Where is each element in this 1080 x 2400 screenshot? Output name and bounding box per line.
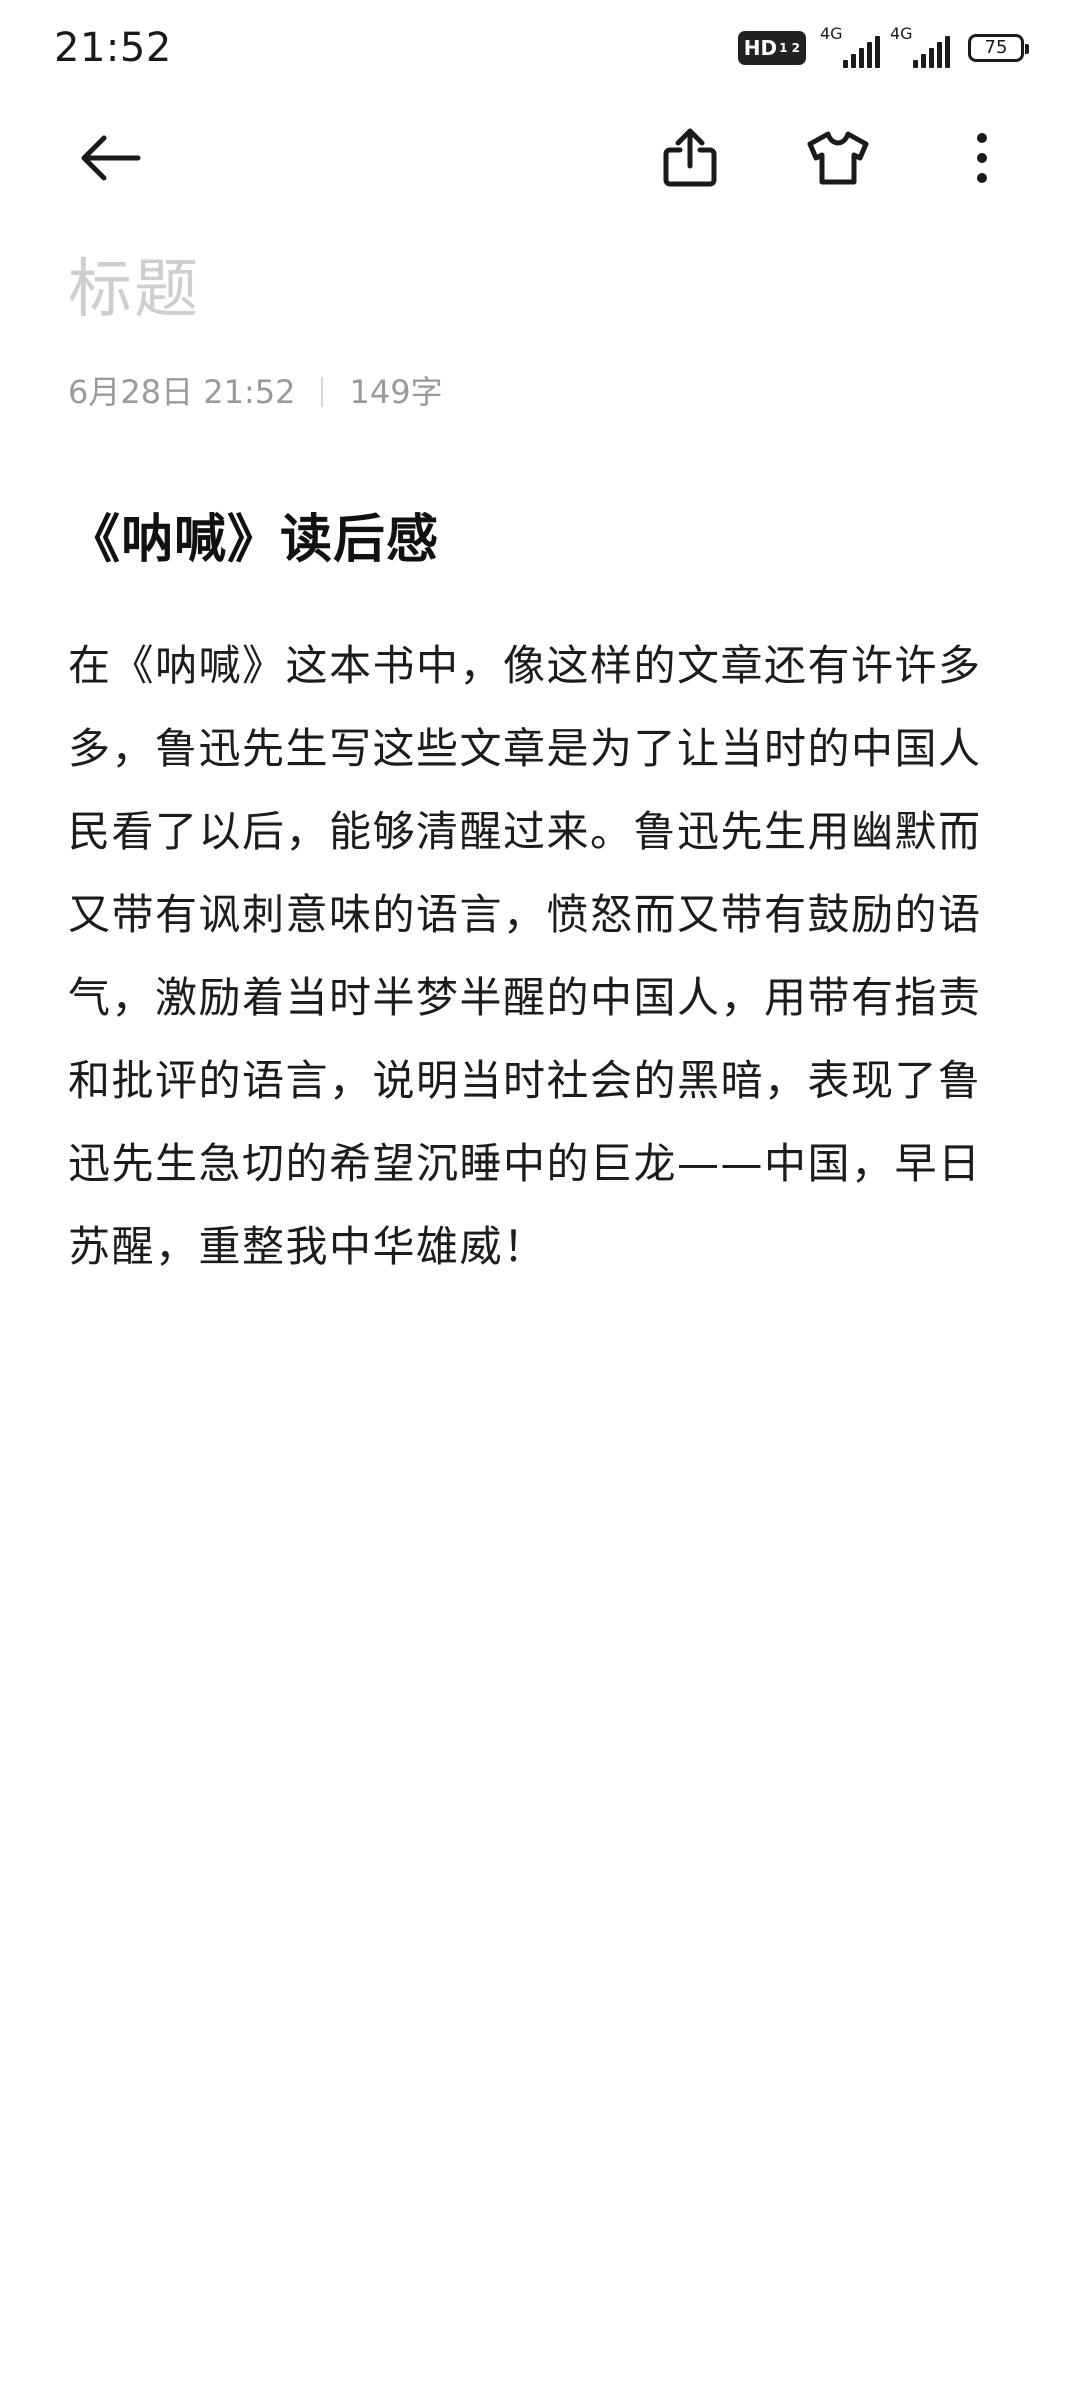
status-time: 21:52: [54, 25, 172, 71]
signal-icon-sim2: 4G: [890, 24, 950, 68]
signal-icon-sim1: 4G: [820, 24, 880, 68]
arrow-left-icon: [81, 135, 141, 181]
note-title-input[interactable]: 标题: [68, 250, 200, 330]
share-icon: [663, 128, 717, 187]
note-date: 6月28日 21:52: [68, 373, 296, 411]
meta-divider: [321, 377, 324, 407]
status-bar: 21:52 HD 1 2 4G 4G 75: [0, 0, 1080, 96]
note-body[interactable]: 在《呐喊》这本书中，像这样的文章还有许许多多，鲁迅先生写这些文章是为了让当时的中…: [68, 624, 1014, 1288]
tshirt-icon: [807, 131, 869, 185]
theme-button[interactable]: [790, 110, 886, 206]
back-button[interactable]: [62, 110, 158, 206]
status-icons: HD 1 2 4G 4G 75: [737, 24, 1029, 68]
more-options-button[interactable]: [934, 110, 1030, 206]
network-type-sim2: 4G: [890, 24, 913, 43]
network-type-sim1: 4G: [820, 24, 843, 43]
note-toolbar: [0, 110, 1080, 206]
hd-voice-icon: HD 1 2: [737, 31, 806, 65]
note-word-count: 149字: [349, 373, 443, 411]
battery-icon: 75: [968, 34, 1029, 62]
hd-sub-label: 1 2: [779, 41, 800, 55]
more-vertical-icon: [977, 133, 987, 183]
note-heading[interactable]: 《呐喊》读后感: [68, 500, 439, 580]
note-meta: 6月28日 21:52 149字: [68, 368, 443, 416]
battery-level: 75: [984, 37, 1008, 58]
hd-label: HD: [743, 36, 778, 60]
share-button[interactable]: [642, 110, 738, 206]
